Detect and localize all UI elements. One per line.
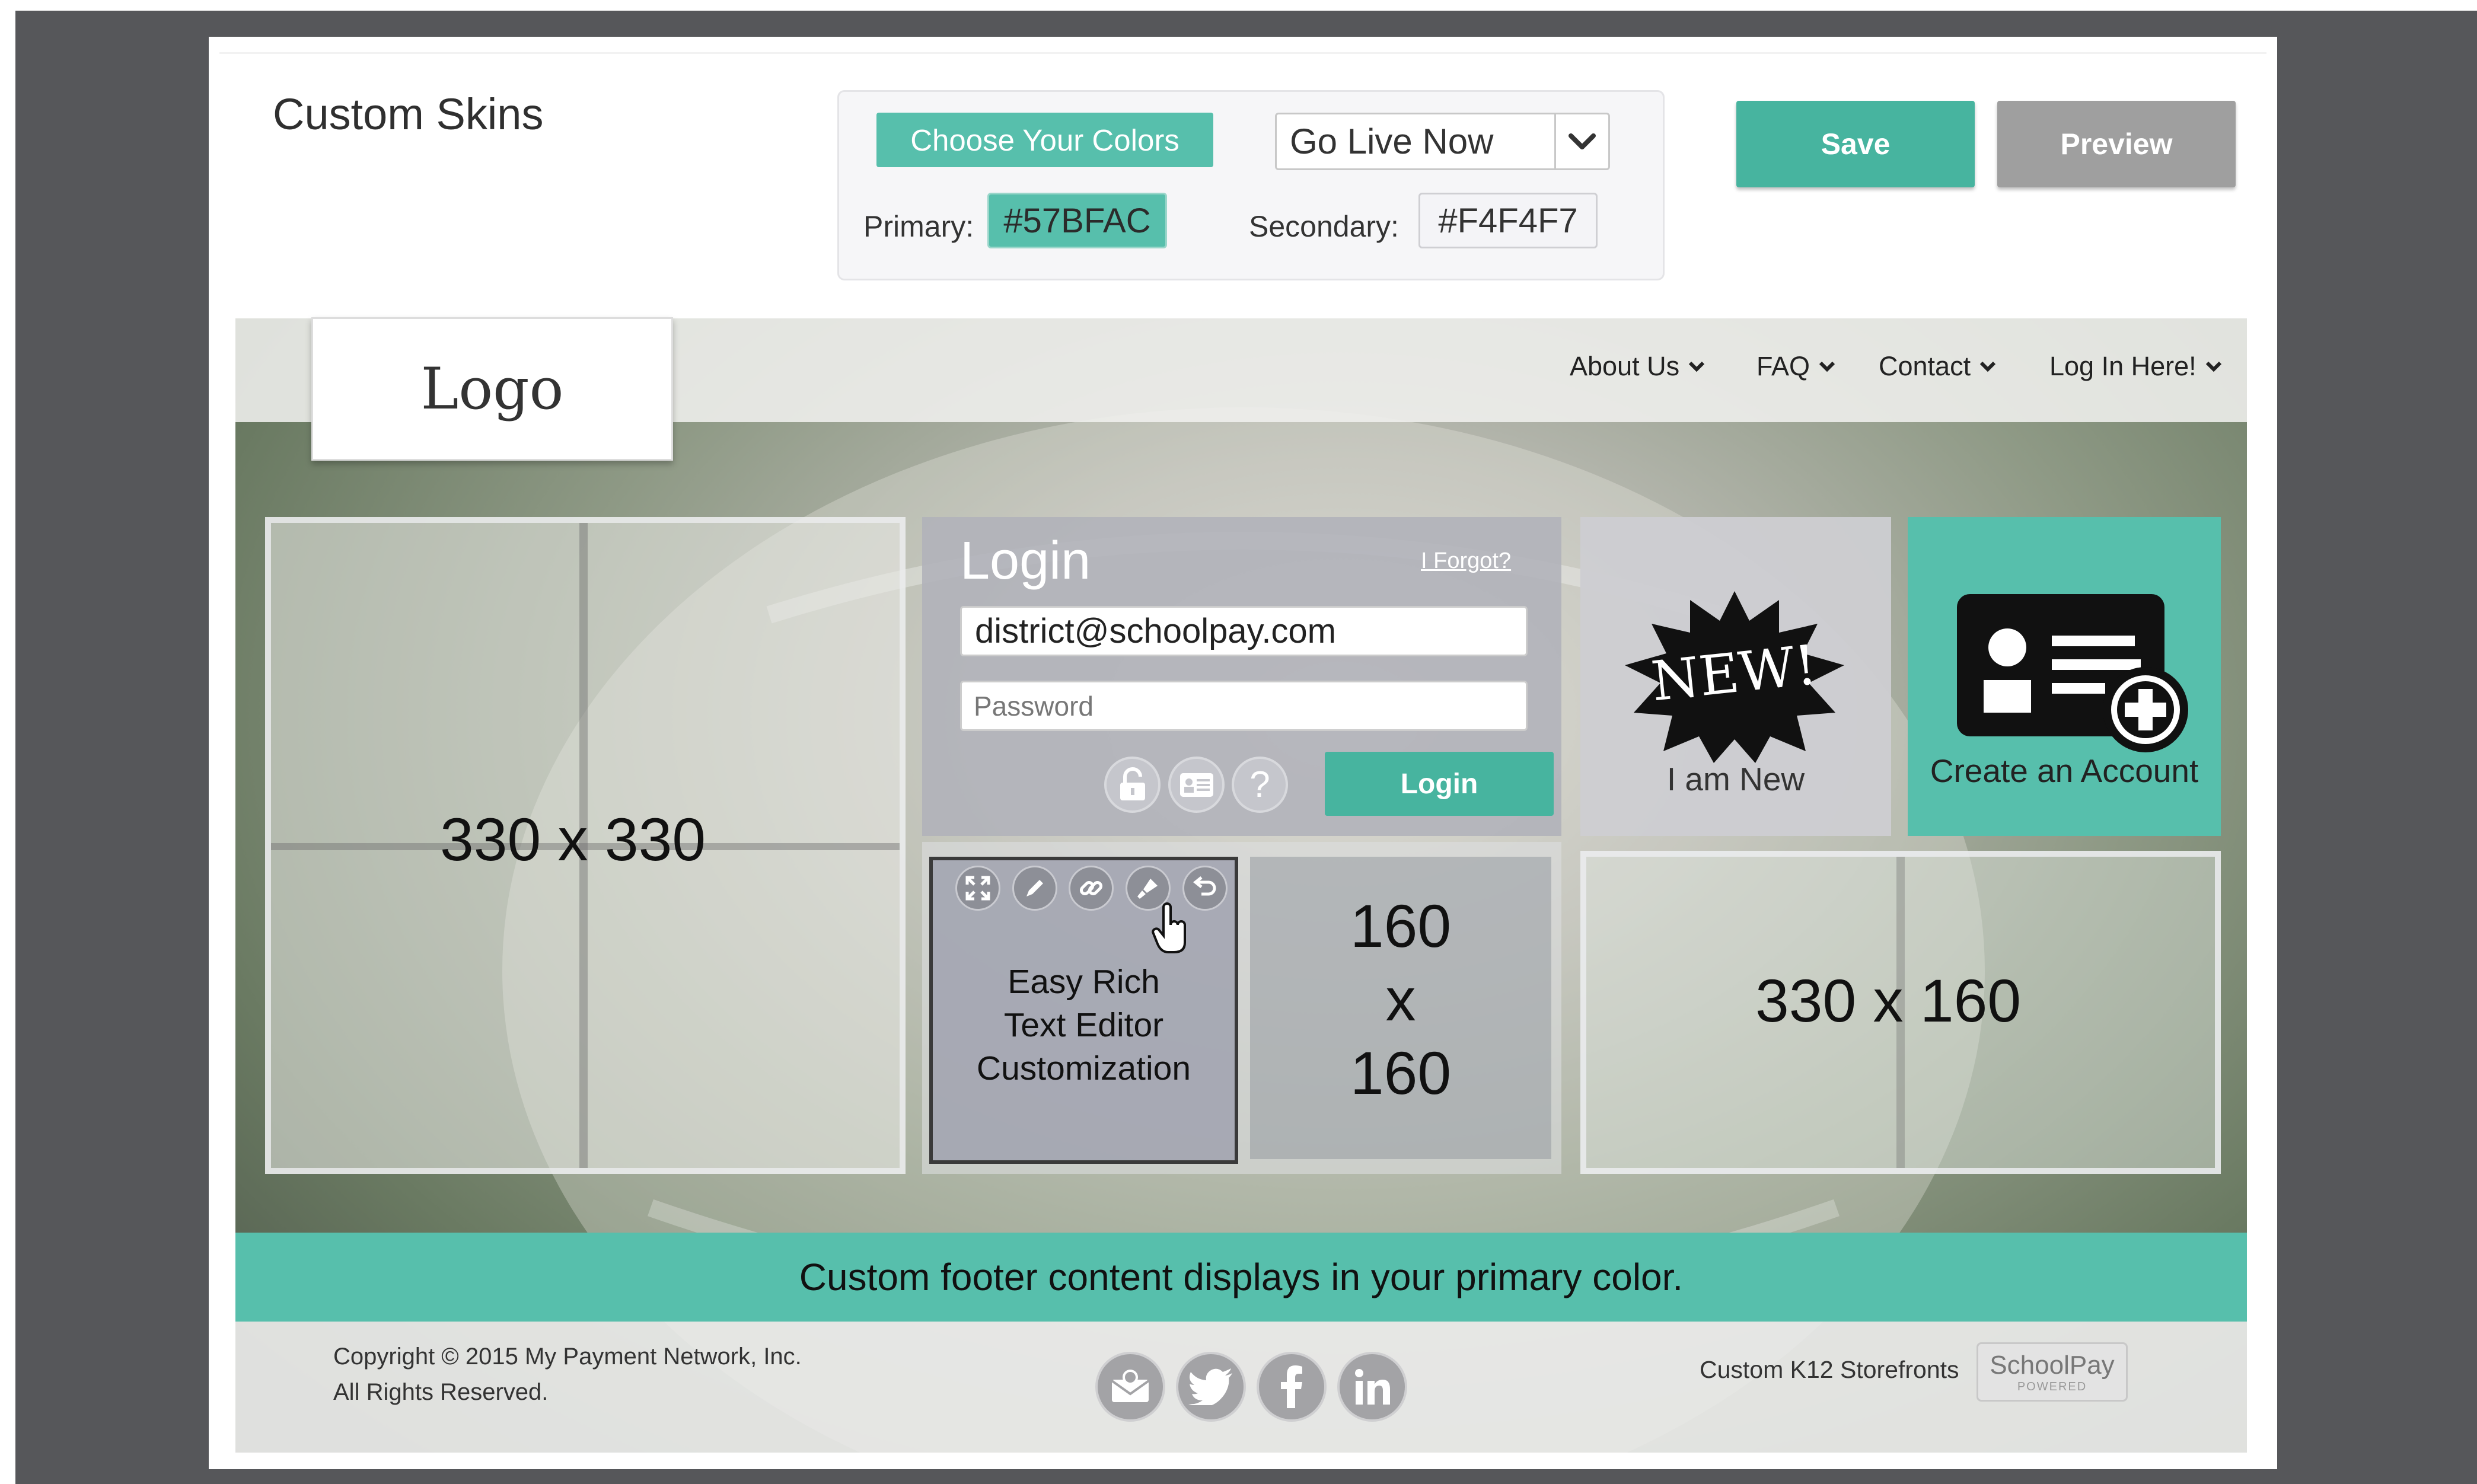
editor-text-line: Customization [976, 1049, 1191, 1087]
page-title: Custom Skins [273, 90, 544, 139]
preview-button[interactable]: Preview [1997, 101, 2236, 187]
login-button[interactable]: Login [1325, 752, 1554, 816]
chevron-down-icon [2205, 361, 2221, 372]
editor-description: Easy Rich Text Editor Customization [929, 960, 1238, 1090]
editor-text-line: Easy Rich [1008, 963, 1160, 1001]
secondary-color-input[interactable]: #F4F4F7 [1418, 193, 1598, 248]
primary-footer-bar: Custom footer content displays in your p… [235, 1233, 2247, 1322]
chevron-down-icon[interactable] [1554, 114, 1608, 168]
save-button[interactable]: Save [1736, 101, 1975, 187]
unlock-icon[interactable] [1104, 757, 1161, 813]
nav-about-us-label: About Us [1570, 351, 1680, 381]
hand-cursor-icon [1151, 902, 1186, 953]
nav-contact[interactable]: Contact [1879, 351, 1997, 382]
nav-faq-label: FAQ [1756, 351, 1810, 381]
copyright-text: Copyright © 2015 My Payment Network, Inc… [333, 1339, 802, 1410]
expand-icon[interactable] [955, 866, 1000, 911]
nav-faq[interactable]: FAQ [1756, 351, 1836, 382]
login-title: Login [960, 531, 1091, 591]
chevron-down-icon [1688, 361, 1705, 372]
dimension-line: 160 [1350, 892, 1452, 960]
schoolpay-logo[interactable]: SchoolPay POWERED [1977, 1342, 2128, 1402]
password-field[interactable]: Password [960, 681, 1528, 731]
schoolpay-powered-text: POWERED [2017, 1380, 2087, 1393]
email-icon[interactable] [1095, 1352, 1165, 1422]
i-am-new-label: I am New [1666, 761, 1805, 797]
chevron-down-icon [1819, 361, 1835, 372]
go-live-select-value: Go Live Now [1290, 122, 1494, 161]
secondary-label: Secondary: [1249, 210, 1399, 243]
help-icon[interactable]: ? [1232, 757, 1288, 813]
copyright-line: Copyright © 2015 My Payment Network, Inc… [333, 1343, 802, 1370]
dimension-line: x [1385, 966, 1416, 1033]
new-starburst-icon: NEW! [1625, 591, 1844, 763]
nav-contact-label: Contact [1879, 351, 1971, 381]
primary-label: Primary: [863, 210, 974, 243]
panel-divider [219, 52, 2266, 54]
block-small-dimensions: 160 x 160 [1250, 889, 1551, 1110]
block-wide-dimensions: 330 x 160 [1755, 967, 2022, 1035]
chevron-down-icon [1979, 361, 1996, 372]
email-field[interactable]: district@schoolpay.com [960, 606, 1528, 656]
nav-about-us[interactable]: About Us [1570, 351, 1705, 382]
editor-text-line: Text Editor [1003, 1006, 1164, 1044]
nav-log-in[interactable]: Log In Here! [2049, 351, 2223, 382]
k12-storefronts-text: Custom K12 Storefronts [1700, 1356, 1959, 1383]
block-large-dimensions: 330 x 330 [440, 806, 706, 873]
facebook-icon[interactable] [1257, 1352, 1327, 1422]
choose-colors-button[interactable]: Choose Your Colors [876, 113, 1213, 167]
schoolpay-logo-text: SchoolPay [1990, 1350, 2115, 1380]
forgot-link[interactable]: I Forgot? [1421, 548, 1511, 574]
site-logo[interactable]: Logo [311, 317, 673, 461]
id-card-icon[interactable] [1168, 757, 1225, 813]
create-account-label: Create an Account [1930, 752, 2199, 789]
add-user-card-icon [1957, 594, 2188, 752]
twitter-icon[interactable] [1176, 1352, 1246, 1422]
go-live-select[interactable]: Go Live Now [1275, 113, 1610, 170]
copyright-line: All Rights Reserved. [333, 1379, 549, 1405]
primary-color-input[interactable]: #57BFAC [987, 193, 1167, 248]
pencil-icon[interactable] [1012, 866, 1057, 911]
link-icon[interactable] [1069, 866, 1114, 911]
dimension-line: 160 [1350, 1039, 1452, 1107]
nav-log-in-label: Log In Here! [2049, 351, 2197, 381]
linkedin-icon[interactable] [1337, 1352, 1407, 1422]
